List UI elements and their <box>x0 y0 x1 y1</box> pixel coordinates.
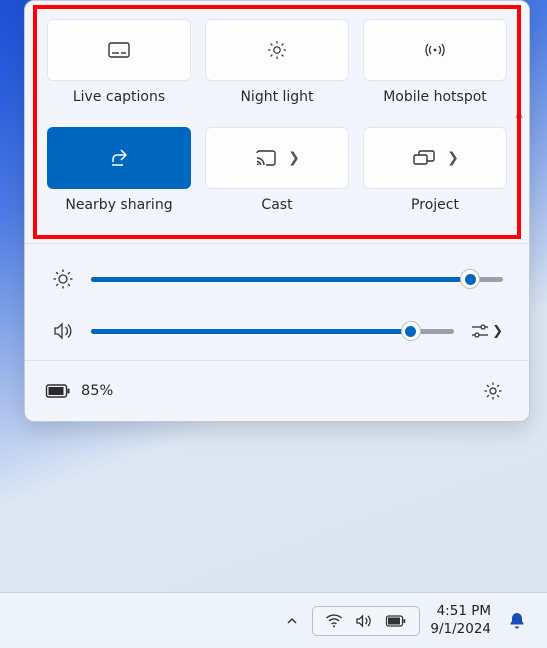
volume-slider[interactable] <box>91 321 454 341</box>
scroll-dot <box>518 125 521 128</box>
taskbar: 4:51 PM 9/1/2024 <box>0 592 547 648</box>
tile-live-captions: Live captions <box>47 19 191 119</box>
speaker-icon <box>51 320 75 342</box>
tile-label: Project <box>411 197 459 213</box>
clock-time: 4:51 PM <box>437 603 491 621</box>
scroll-dot <box>518 133 521 136</box>
tile-cast: ❯ Cast <box>205 127 349 227</box>
quick-settings-panel: Live captions Night light <box>24 0 530 422</box>
wifi-icon <box>325 613 343 629</box>
tile-project: ❯ Project <box>363 127 507 227</box>
chevron-right-icon: ❯ <box>492 324 503 339</box>
mobile-hotspot-button[interactable] <box>363 19 507 81</box>
speaker-icon <box>355 613 373 629</box>
quick-tiles-grid: Live captions Night light <box>47 19 507 227</box>
quick-tiles-region: Live captions Night light <box>25 1 529 244</box>
battery-icon <box>45 383 71 399</box>
night-light-button[interactable] <box>205 19 349 81</box>
tray-overflow-button[interactable] <box>278 601 306 641</box>
chevron-up-icon <box>285 614 299 628</box>
panel-footer: 85% <box>25 361 529 421</box>
volume-row: ❯ <box>51 320 503 342</box>
brightness-slider[interactable] <box>91 269 503 289</box>
gear-icon <box>483 381 503 401</box>
brightness-row <box>51 268 503 290</box>
mixer-icon <box>470 322 490 340</box>
notifications-button[interactable] <box>501 601 533 641</box>
tile-label: Cast <box>261 197 292 213</box>
tile-label: Night light <box>240 89 313 105</box>
tile-night-light: Night light <box>205 19 349 119</box>
sun-icon <box>51 268 75 290</box>
clock-date: 9/1/2024 <box>430 621 491 639</box>
bell-icon <box>507 611 527 631</box>
sliders-region: ❯ <box>25 244 529 361</box>
project-icon <box>411 148 437 168</box>
tile-label: Nearby sharing <box>65 197 172 213</box>
chevron-right-icon: ❯ <box>288 150 300 166</box>
scroll-up-arrow-icon: ▲ <box>515 109 523 120</box>
system-tray[interactable] <box>312 606 420 636</box>
settings-button[interactable] <box>477 375 509 407</box>
tile-label: Mobile hotspot <box>383 89 487 105</box>
cast-icon <box>254 148 278 168</box>
tile-mobile-hotspot: Mobile hotspot <box>363 19 507 119</box>
tiles-scroll-indicator[interactable]: ▲ <box>515 109 523 136</box>
chevron-right-icon: ❯ <box>447 150 459 166</box>
tile-nearby-sharing: Nearby sharing <box>47 127 191 227</box>
taskbar-clock[interactable]: 4:51 PM 9/1/2024 <box>426 603 495 638</box>
live-captions-button[interactable] <box>47 19 191 81</box>
project-button[interactable]: ❯ <box>363 127 507 189</box>
captions-icon <box>107 40 131 60</box>
audio-output-selector[interactable]: ❯ <box>470 322 503 340</box>
hotspot-icon <box>423 40 447 60</box>
battery-percent: 85% <box>81 383 113 399</box>
nearby-sharing-button[interactable] <box>47 127 191 189</box>
tile-label: Live captions <box>73 89 165 105</box>
brightness-icon <box>266 39 288 61</box>
battery-status[interactable]: 85% <box>45 383 113 399</box>
share-icon <box>108 147 130 169</box>
battery-icon <box>385 614 407 628</box>
cast-button[interactable]: ❯ <box>205 127 349 189</box>
